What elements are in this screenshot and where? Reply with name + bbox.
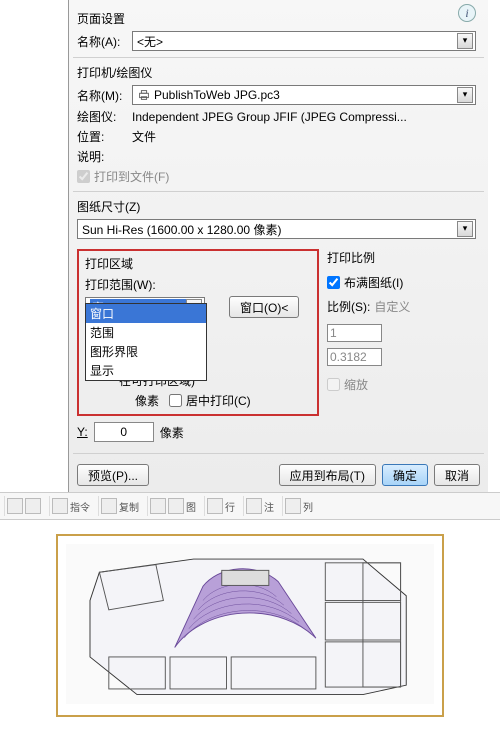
- scale-num1-input[interactable]: [327, 324, 382, 342]
- print-preview-area: [0, 520, 500, 737]
- page-setup-group: 页面设置 名称(A): <无> ▾: [77, 8, 480, 51]
- range-dropdown[interactable]: 窗口 范围 图形界限 显示: [85, 303, 207, 381]
- ribbon-toolbar: 指令 复制 图 行 注 列: [0, 492, 500, 520]
- print-area-title: 打印区域: [85, 255, 311, 272]
- center-print-label: 居中打印(C): [186, 392, 251, 409]
- combo-text: <无>: [137, 33, 457, 50]
- scale-num2-input[interactable]: [327, 348, 382, 366]
- fit-input[interactable]: [327, 276, 340, 289]
- page-setup-title: 页面设置: [77, 10, 480, 27]
- tool-icon[interactable]: [101, 498, 117, 514]
- tool-icon[interactable]: [7, 498, 23, 514]
- tb-group[interactable]: 图: [147, 496, 198, 516]
- plotter-value: Independent JPEG Group JFIF (JPEG Compre…: [132, 110, 480, 124]
- printer-icon: [137, 88, 151, 102]
- dialog-footer: 预览(P)... 应用到布局(T) 确定 取消: [77, 458, 480, 490]
- print-to-file-label: 打印到文件(F): [94, 168, 169, 185]
- tb-group[interactable]: 复制: [98, 496, 141, 516]
- y-label: Y:: [77, 425, 88, 439]
- tool-icon[interactable]: [52, 498, 68, 514]
- center-print-input[interactable]: [169, 394, 182, 407]
- print-scale-group: 打印比例 布满图纸(I) 比例(S): 自定义 缩放: [327, 245, 480, 445]
- scale-title: 打印比例: [327, 249, 480, 266]
- tool-icon[interactable]: [168, 498, 184, 514]
- fit-label: 布满图纸(I): [344, 274, 403, 291]
- shrink-checkbox: 缩放: [327, 376, 368, 393]
- window-button[interactable]: 窗口(O)<: [229, 296, 299, 318]
- tb-group[interactable]: 注: [243, 496, 276, 516]
- name-a-combo[interactable]: <无> ▾: [132, 31, 476, 51]
- floorplan-drawing: [66, 544, 434, 704]
- chevron-down-icon[interactable]: ▾: [457, 221, 473, 237]
- tool-icon[interactable]: [25, 498, 41, 514]
- fit-checkbox[interactable]: 布满图纸(I): [327, 274, 403, 291]
- tb-group[interactable]: [4, 496, 43, 516]
- name-m-label: 名称(M):: [77, 87, 132, 104]
- dropdown-item[interactable]: 显示: [86, 361, 206, 380]
- dropdown-item[interactable]: 范围: [86, 323, 206, 342]
- unit-label: 像素: [160, 424, 184, 441]
- paper-size-group: 图纸尺寸(Z) Sun Hi-Res (1600.00 x 1280.00 像素…: [77, 196, 480, 239]
- paper-size-combo[interactable]: Sun Hi-Res (1600.00 x 1280.00 像素) ▾: [77, 219, 476, 239]
- tb-group[interactable]: 行: [204, 496, 237, 516]
- tool-icon[interactable]: [246, 498, 262, 514]
- ratio-label: 比例(S):: [327, 298, 370, 315]
- ratio-value: 自定义: [374, 298, 410, 315]
- tb-group[interactable]: 指令: [49, 496, 92, 516]
- print-to-file-input: [77, 170, 90, 183]
- printer-name-combo[interactable]: PublishToWeb JPG.pc3 ▾: [132, 85, 476, 105]
- range-label: 打印范围(W):: [85, 276, 311, 293]
- y-input[interactable]: [94, 422, 154, 442]
- name-a-label: 名称(A):: [77, 33, 132, 50]
- combo-text: PublishToWeb JPG.pc3: [154, 88, 457, 102]
- dropdown-item[interactable]: 图形界限: [86, 342, 206, 361]
- tb-group[interactable]: 列: [282, 496, 315, 516]
- plotter-label: 绘图仪:: [77, 108, 132, 125]
- location-value: 文件: [132, 128, 480, 145]
- cancel-button[interactable]: 取消: [434, 464, 480, 486]
- printer-group: 打印机/绘图仪 名称(M): PublishToWeb JPG.pc3 ▾ 绘图…: [77, 62, 480, 185]
- tool-icon[interactable]: [207, 498, 223, 514]
- unit-label: 像素: [135, 392, 159, 409]
- dropdown-item[interactable]: 窗口: [86, 304, 206, 323]
- paper-size-title: 图纸尺寸(Z): [77, 198, 480, 215]
- center-print-checkbox[interactable]: 居中打印(C): [169, 392, 251, 409]
- print-dialog: i 页面设置 名称(A): <无> ▾ 打印机/绘图仪 名称(M): Publi…: [68, 0, 488, 492]
- tool-icon[interactable]: [150, 498, 166, 514]
- chevron-down-icon[interactable]: ▾: [457, 33, 473, 49]
- printer-title: 打印机/绘图仪: [77, 64, 480, 81]
- chevron-down-icon[interactable]: ▾: [457, 87, 473, 103]
- preview-button[interactable]: 预览(P)...: [77, 464, 149, 486]
- info-icon[interactable]: i: [458, 4, 476, 22]
- tool-icon[interactable]: [285, 498, 301, 514]
- combo-text: Sun Hi-Res (1600.00 x 1280.00 像素): [82, 221, 457, 238]
- print-to-file-checkbox: 打印到文件(F): [77, 168, 169, 185]
- shrink-label: 缩放: [344, 376, 368, 393]
- ok-button[interactable]: 确定: [382, 464, 428, 486]
- apply-layout-button[interactable]: 应用到布局(T): [279, 464, 376, 486]
- location-label: 位置:: [77, 128, 132, 145]
- desc-label: 说明:: [77, 148, 132, 165]
- print-area-highlight: 打印区域 打印范围(W): 窗口 ▾ 窗口(O)< 窗口 范围 图形界限 显示: [77, 249, 319, 416]
- shrink-input: [327, 378, 340, 391]
